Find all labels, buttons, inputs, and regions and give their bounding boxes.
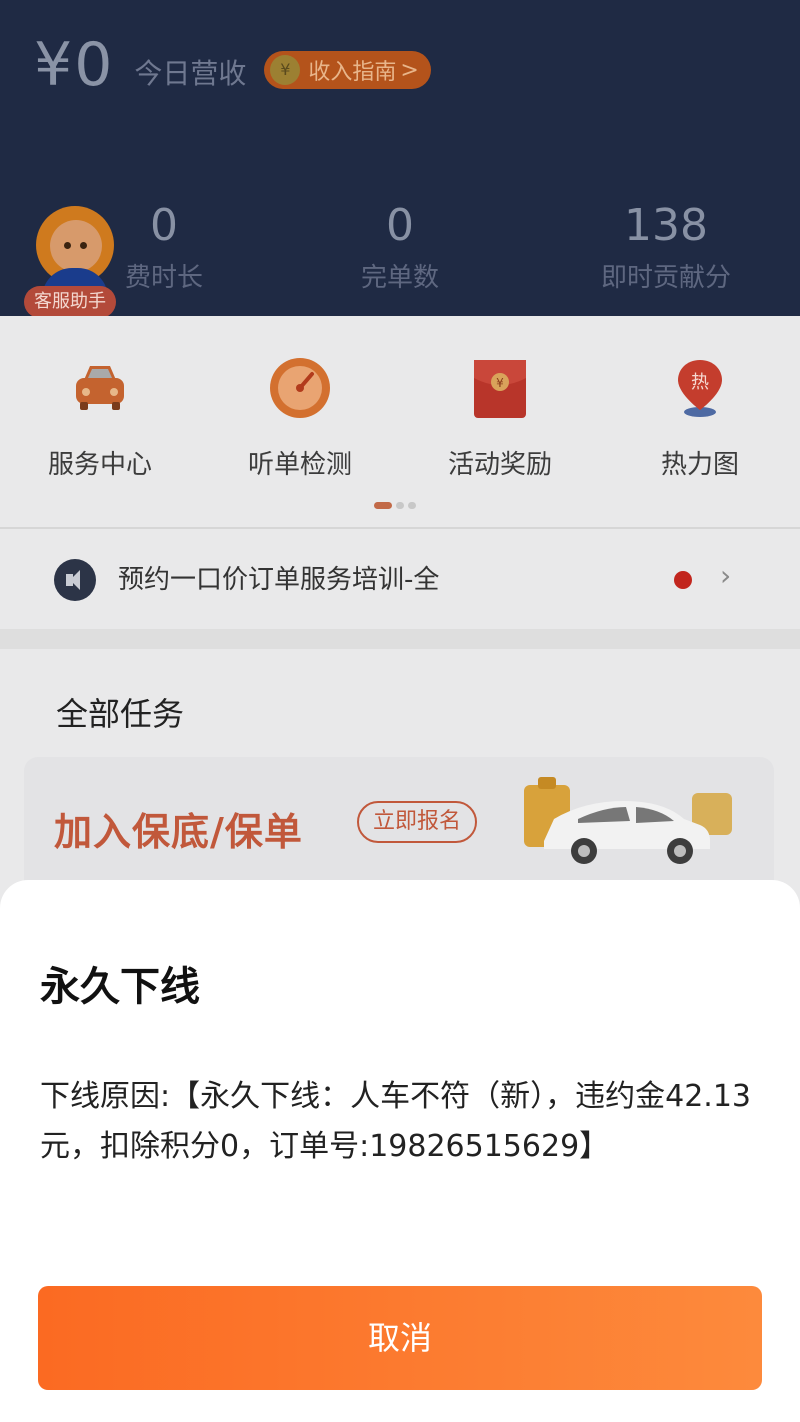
stat-completed-orders[interactable]: 0 完单数: [290, 200, 510, 294]
menu-item-heatmap[interactable]: 热 热力图: [600, 356, 800, 481]
menu-item-label: 热力图: [660, 450, 739, 480]
revenue-label: 今日营收: [134, 57, 247, 90]
income-guide-button[interactable]: ¥ 收入指南 >: [264, 51, 431, 89]
revenue-amount: ¥0: [34, 30, 115, 100]
menu-item-order-check[interactable]: 听单检测: [200, 356, 400, 481]
customer-service-assistant[interactable]: 客服助手: [24, 206, 116, 318]
section-gap: [0, 629, 800, 649]
stats-row: 0 费时长 0 完单数 138 即时贡献分: [0, 200, 800, 300]
stat-contribution-score[interactable]: 138 即时贡献分: [556, 200, 776, 294]
svg-text:¥: ¥: [496, 376, 504, 390]
unread-dot: [674, 571, 692, 589]
stat-value: 0: [386, 200, 414, 251]
notice-text: 预约一口价订单服务培训-全: [118, 565, 440, 595]
car-illustration-icon: [524, 771, 744, 871]
speaker-icon: [54, 559, 96, 601]
page-dot: [396, 502, 404, 509]
assistant-face: [50, 220, 102, 272]
page-indicator: [374, 502, 416, 509]
dialog-message: 下线原因:【永久下线：人车不符（新），违约金42.13元，扣除积分0，订单号:1…: [40, 1079, 751, 1164]
menu-item-activity-rewards[interactable]: ¥ 活动奖励: [400, 356, 600, 481]
assistant-eye: [64, 242, 71, 249]
section-title: 全部任务: [56, 695, 185, 733]
stat-value: 138: [624, 200, 708, 251]
dialog-title: 永久下线: [40, 964, 200, 1010]
heatmap-pin-icon: 热: [668, 356, 732, 420]
page-dot: [408, 502, 416, 509]
signup-button[interactable]: 立即报名: [357, 801, 478, 843]
chevron-right-icon: >: [400, 57, 419, 83]
revenue-summary[interactable]: ¥0 今日营收 ¥ 收入指南 >: [34, 30, 431, 100]
tasks-section: 全部任务 加入保底/保单 立即报名: [0, 649, 800, 917]
stat-label: 完单数: [360, 263, 439, 293]
coin-icon: ¥: [270, 55, 301, 85]
menu-item-label: 活动奖励: [447, 450, 552, 480]
menu-item-label: 服务中心: [47, 450, 152, 480]
car-icon: [68, 356, 132, 420]
heatmap-badge: 热: [691, 372, 709, 393]
stat-label: 即时贡献分: [600, 263, 731, 293]
app-screen: ¥0 今日营收 ¥ 收入指南 > 0 费时长 0 完单数 138 即时贡献分 客…: [0, 0, 800, 1422]
quick-menu: 服务中心 听单检测 ¥ 活动奖励 热 热力图: [0, 316, 800, 526]
income-guide-label: 收入指南: [308, 60, 397, 85]
red-envelope-icon: ¥: [468, 356, 532, 420]
menu-item-label: 听单检测: [247, 450, 352, 480]
assistant-eye: [80, 242, 87, 249]
menu-item-service-center[interactable]: 服务中心: [0, 356, 200, 481]
chevron-right-icon: ›: [720, 559, 732, 592]
gauge-icon: [268, 356, 332, 420]
offline-dialog: 永久下线 下线原因:【永久下线：人车不符（新），违约金42.13元，扣除积分0，…: [0, 880, 800, 1422]
notice-bar[interactable]: 预约一口价订单服务培训-全 ›: [0, 529, 800, 629]
cancel-button[interactable]: 取消: [38, 1286, 762, 1390]
banner-title: 加入保底/保单: [54, 810, 303, 854]
earnings-header: ¥0 今日营收 ¥ 收入指南 > 0 费时长 0 完单数 138 即时贡献分 客…: [0, 0, 800, 318]
assistant-label: 客服助手: [24, 286, 116, 318]
page-dot-active: [374, 502, 392, 509]
